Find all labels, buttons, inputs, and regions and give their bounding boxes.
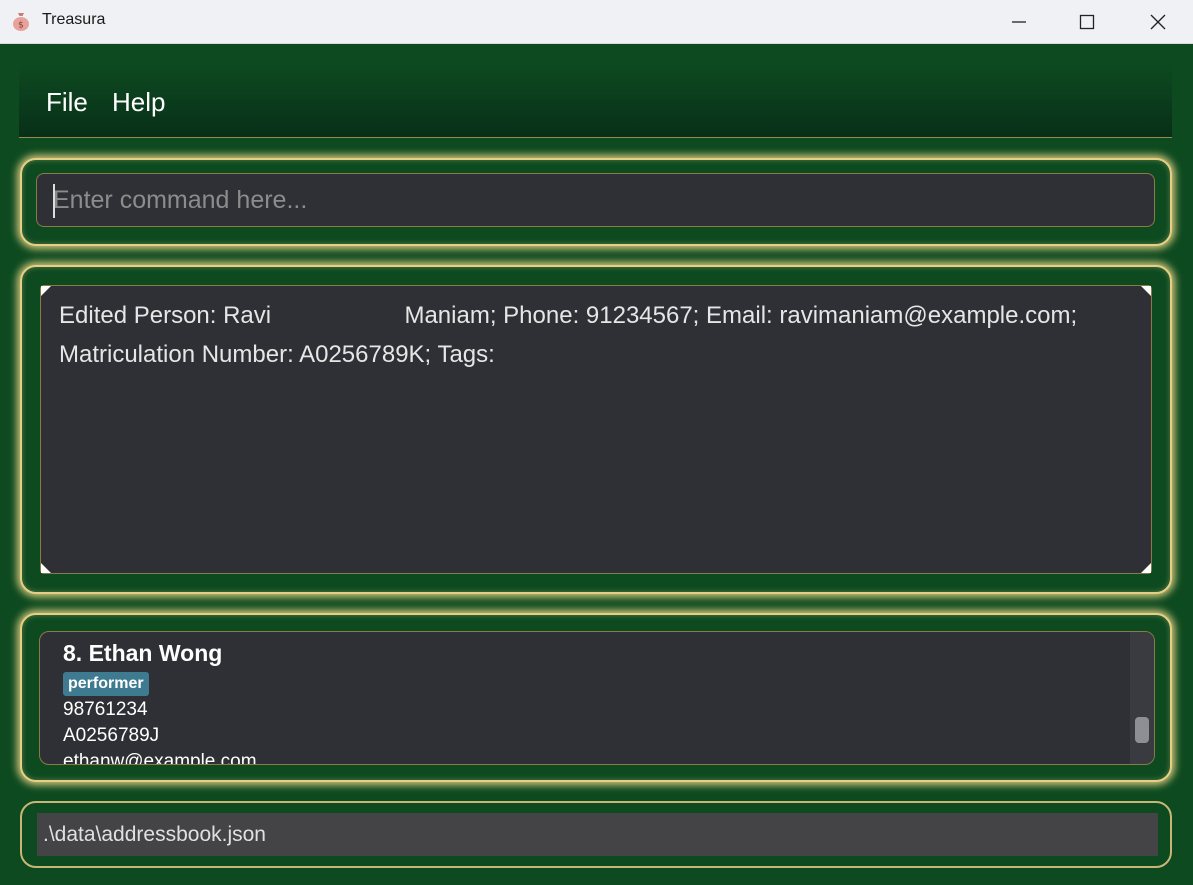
money-bag-icon: $	[13, 13, 29, 31]
status-bar-panel: .\data\addressbook.json	[20, 801, 1172, 868]
corner-marker	[1141, 563, 1151, 573]
close-icon	[1150, 14, 1166, 29]
person-list-panel: 8. Ethan Wong performer 98761234 A025678…	[20, 613, 1172, 782]
maximize-icon	[1079, 14, 1095, 29]
maximize-button[interactable]	[1053, 0, 1121, 43]
corner-marker	[41, 286, 51, 296]
person-list[interactable]: 8. Ethan Wong performer 98761234 A025678…	[39, 631, 1155, 765]
person-matric: A0256789J	[63, 725, 160, 746]
menu-file[interactable]: File	[46, 87, 88, 118]
person-phone: 98761234	[63, 699, 148, 720]
scrollbar-thumb[interactable]	[1135, 717, 1149, 743]
close-button[interactable]	[1124, 0, 1192, 43]
title-bar: $ Treasura	[0, 0, 1193, 44]
result-display[interactable]: Edited Person: Ravi Maniam; Phone: 91234…	[40, 285, 1152, 574]
command-box-panel	[20, 158, 1172, 246]
menu-bar: File Help	[19, 64, 1172, 138]
svg-text:$: $	[18, 21, 24, 31]
menu-help[interactable]: Help	[112, 87, 165, 118]
status-file-path: .\data\addressbook.json	[37, 813, 1158, 856]
person-name: 8. Ethan Wong	[63, 640, 223, 666]
list-scrollbar[interactable]	[1130, 632, 1154, 764]
window-title: Treasura	[42, 11, 106, 28]
text-caret	[53, 184, 55, 218]
result-display-panel: Edited Person: Ravi Maniam; Phone: 91234…	[20, 265, 1172, 594]
minimize-icon	[1012, 20, 1026, 23]
tag-badge: performer	[63, 672, 149, 696]
minimize-button[interactable]	[985, 0, 1053, 43]
corner-marker	[41, 563, 51, 573]
person-card[interactable]: 8. Ethan Wong performer 98761234 A025678…	[63, 638, 1123, 765]
main-window: File Help Edited Person: Ravi Maniam; Ph…	[0, 44, 1193, 885]
person-email: ethanw@example.com	[63, 751, 257, 765]
command-input[interactable]	[36, 173, 1155, 227]
corner-marker	[1141, 286, 1151, 296]
